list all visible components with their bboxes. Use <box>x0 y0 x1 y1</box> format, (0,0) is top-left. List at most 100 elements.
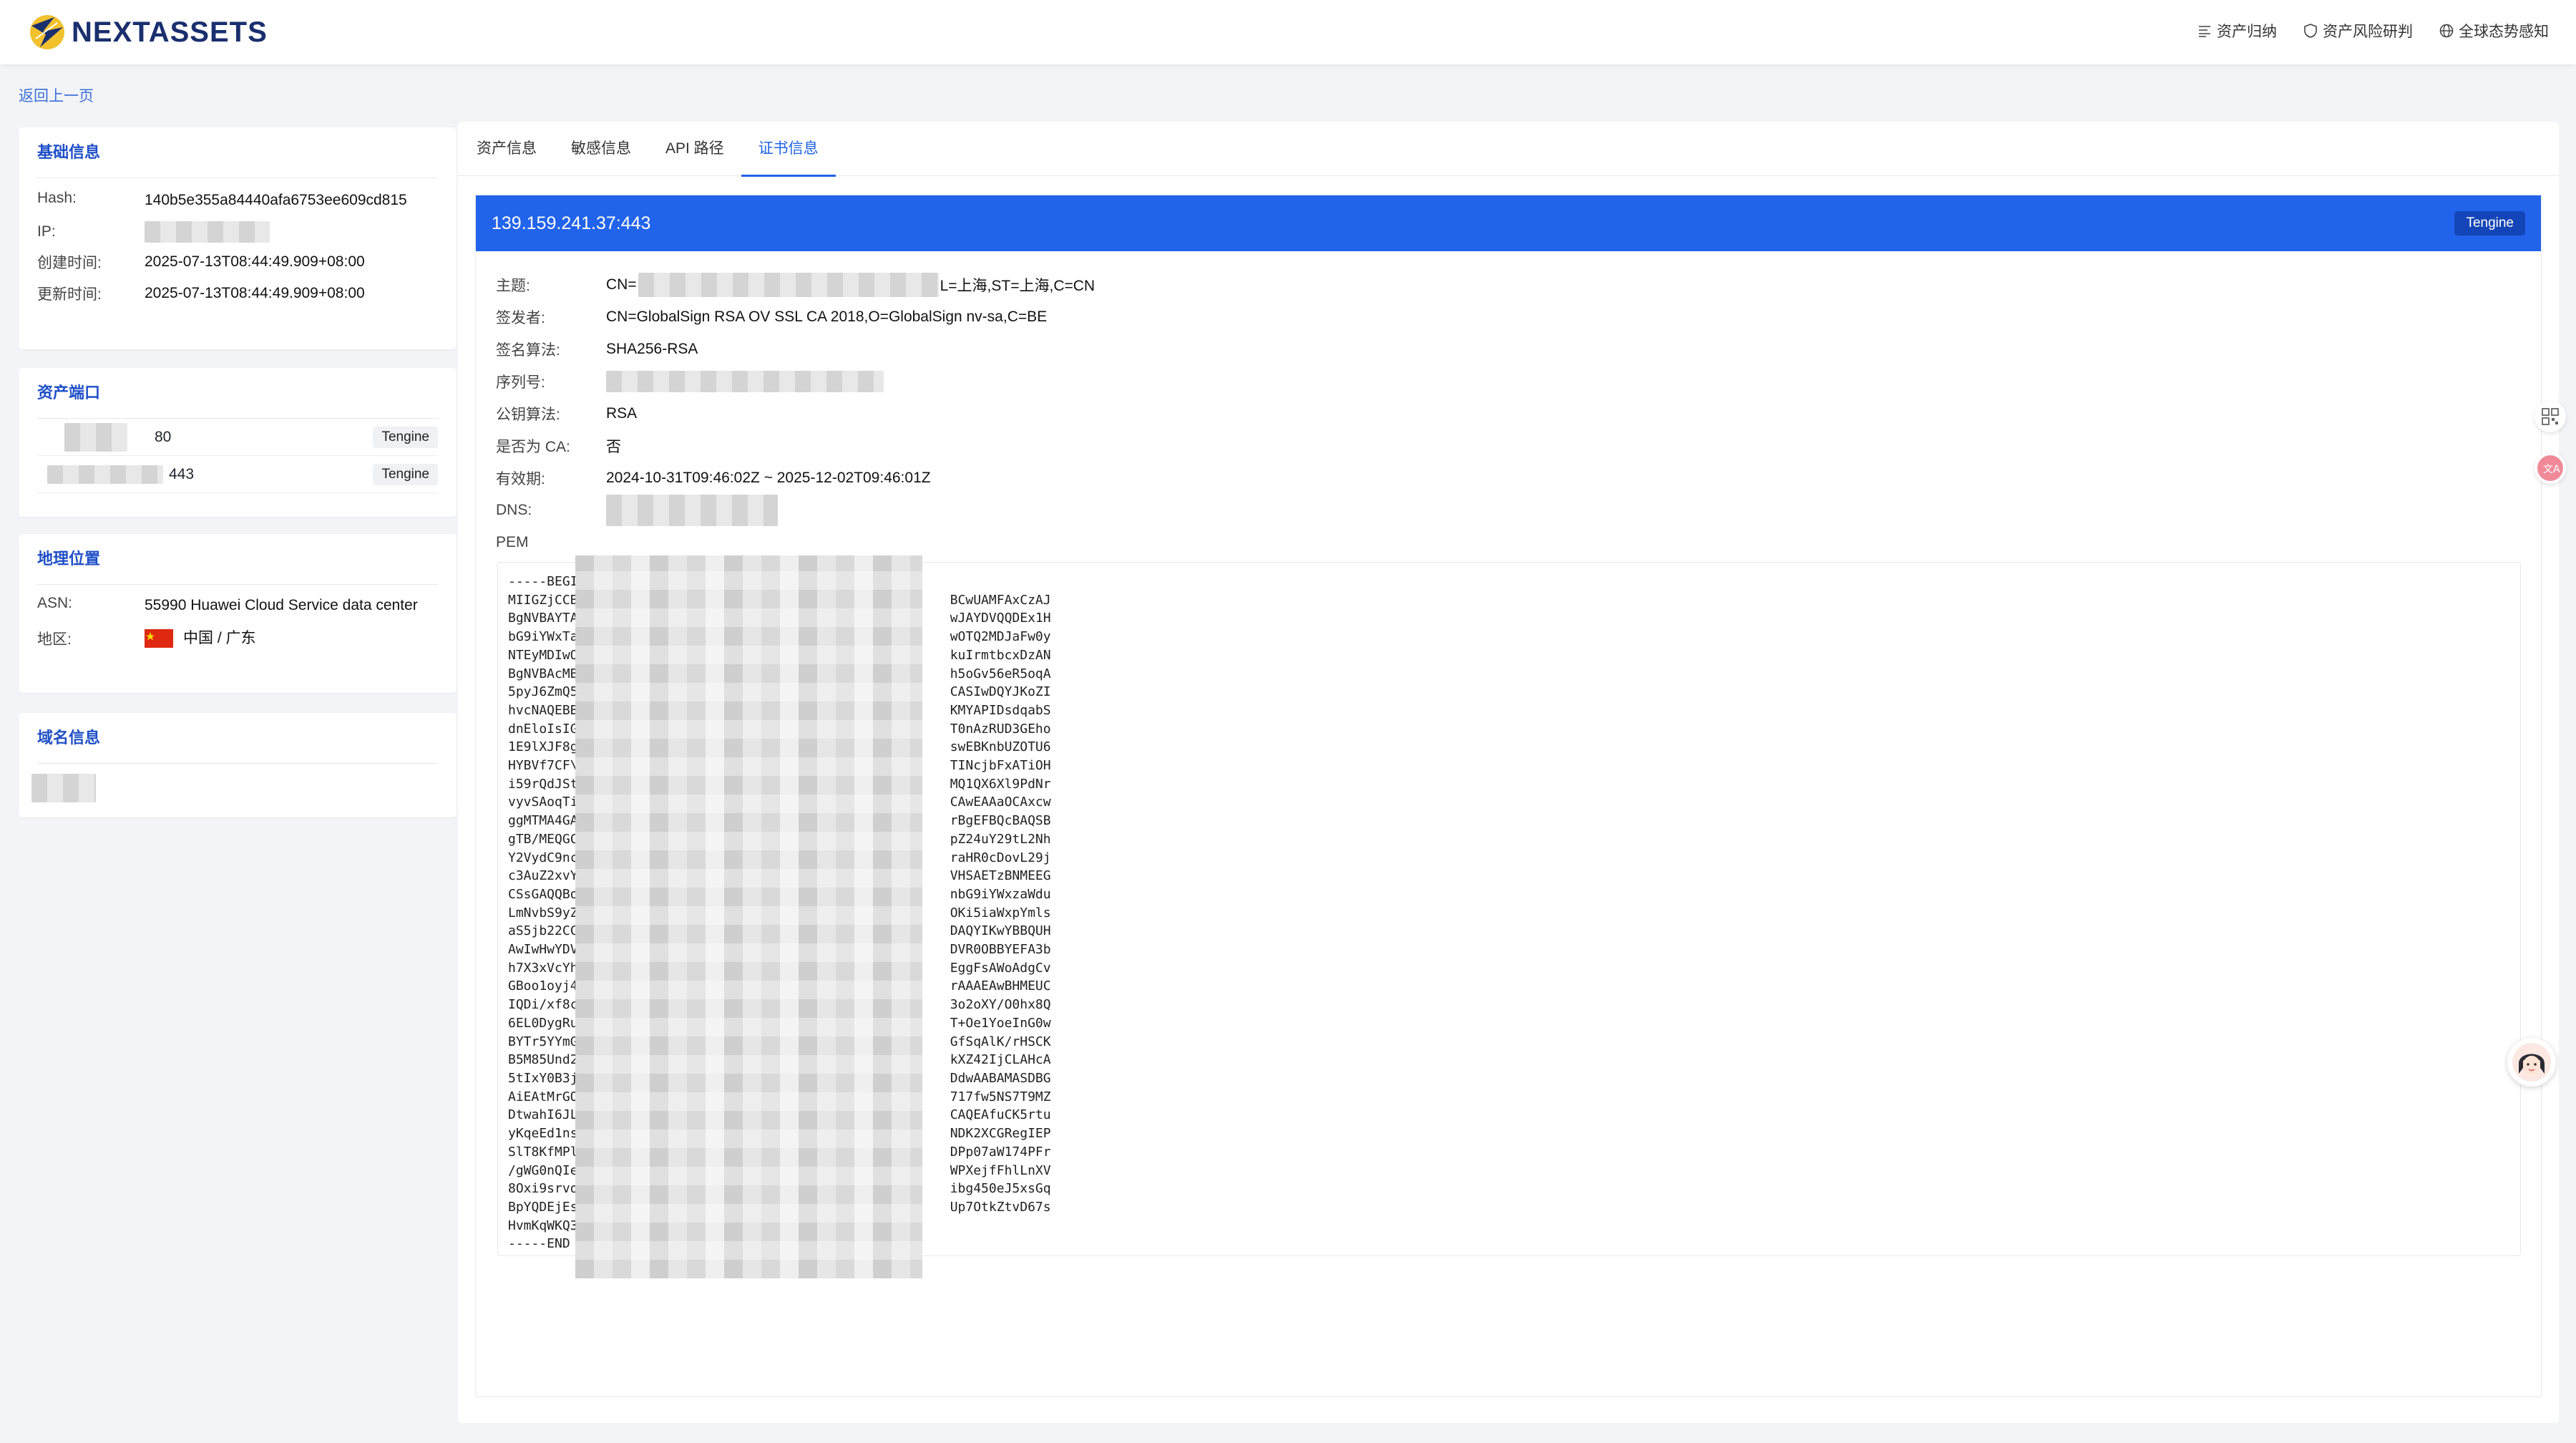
asn-row: ASN: 55990 Huawei Cloud Service data cen… <box>19 595 457 616</box>
nav-label: 资产归纳 <box>2217 24 2277 40</box>
hash-row: Hash: 140b5e355a84440afa6753ee609cd815 <box>19 190 457 211</box>
server-badge: Tengine <box>373 463 438 485</box>
signature-label: 签名算法: <box>496 341 560 359</box>
pubkey-value: RSA <box>606 404 638 422</box>
pem-label: PEM <box>496 533 529 550</box>
pem-row: PEM <box>496 526 2541 558</box>
updated-row: 更新时间: 2025-07-13T08:44:49.909+08:00 <box>19 283 457 304</box>
assistant-avatar-button[interactable] <box>2507 1038 2556 1087</box>
pubkey-label: 公钥算法: <box>496 406 560 423</box>
server-badge: Tengine <box>373 426 438 448</box>
china-flag-icon <box>145 629 173 648</box>
dns-label: DNS: <box>496 501 532 518</box>
signature-row: 签名算法: SHA256-RSA <box>496 333 2541 365</box>
port-host-redacted <box>47 465 163 484</box>
divider <box>37 584 438 585</box>
port-row[interactable]: 443 Tengine <box>37 456 438 493</box>
nav-label: 全球态势感知 <box>2459 24 2549 40</box>
created-value: 2025-07-13T08:44:49.909+08:00 <box>145 253 365 271</box>
tab-asset-info[interactable]: 资产信息 <box>477 122 554 176</box>
ip-row: IP: <box>19 221 457 243</box>
signature-value: SHA256-RSA <box>606 340 698 357</box>
asn-label: ASN: <box>37 595 73 611</box>
geo-title: 地理位置 <box>37 550 101 568</box>
dns-redacted <box>606 494 778 526</box>
qr-code-icon <box>2542 408 2559 425</box>
port-number: 443 <box>169 465 195 482</box>
hash-value: 140b5e355a84440afa6753ee609cd815 <box>145 192 407 208</box>
detail-panel: 资产信息 敏感信息 API 路径 证书信息 139.159.241.37:443… <box>458 122 2559 1423</box>
domain-value-redacted <box>31 774 96 802</box>
logo-mark-icon <box>30 15 64 49</box>
basic-info-card: 基础信息 Hash: 140b5e355a84440afa6753ee609cd… <box>19 127 457 349</box>
created-label: 创建时间: <box>37 255 102 272</box>
port-number: 80 <box>155 428 172 445</box>
tab-api-paths[interactable]: API 路径 <box>648 122 741 176</box>
back-link[interactable]: 返回上一页 <box>19 84 94 106</box>
brand-name: NEXTASSETS <box>72 16 268 48</box>
svg-text:文A: 文A <box>2543 464 2560 475</box>
domain-card: 域名信息 <box>19 713 457 817</box>
validity-value: 2024-10-31T09:46:02Z ~ 2025-12-02T09:46:… <box>606 469 931 486</box>
region-row: 地区: 中国 / 广东 <box>19 628 457 649</box>
nav-item-asset-summary[interactable]: 资产归纳 <box>2197 20 2277 42</box>
globe-icon <box>2439 24 2454 38</box>
updated-label: 更新时间: <box>37 286 102 303</box>
serial-redacted <box>606 370 884 392</box>
list-icon <box>2199 26 2210 37</box>
created-row: 创建时间: 2025-07-13T08:44:49.909+08:00 <box>19 251 457 273</box>
basic-info-title: 基础信息 <box>37 143 101 161</box>
brand-logo[interactable]: NEXTASSETS <box>26 10 268 54</box>
pem-redaction-mask <box>575 555 922 1278</box>
region-label: 地区: <box>37 631 72 648</box>
top-nav: 资产归纳 资产风险研判 全球态势感知 <box>2197 20 2549 42</box>
geo-card: 地理位置 ASN: 55990 Huawei Cloud Service dat… <box>19 534 457 693</box>
serial-row: 序列号: <box>496 365 2541 397</box>
subject-suffix: L=上海,ST=上海,C=CN <box>940 277 1096 294</box>
region-value: 中国 / 广东 <box>183 630 256 646</box>
nav-item-risk-analysis[interactable]: 资产风险研判 <box>2303 20 2413 42</box>
tab-sensitive-info[interactable]: 敏感信息 <box>554 122 648 176</box>
subject-label: 主题: <box>496 277 530 294</box>
pubkey-row: 公钥算法: RSA <box>496 397 2541 429</box>
subject-redacted <box>638 272 939 297</box>
assistant-avatar-icon <box>2512 1043 2551 1082</box>
port-host-redacted <box>64 422 127 452</box>
server-badge: Tengine <box>2454 211 2525 235</box>
hash-label: Hash: <box>37 190 77 206</box>
certificate-host: 139.159.241.37:443 <box>492 213 651 233</box>
serial-label: 序列号: <box>496 374 545 391</box>
translate-button[interactable]: 文A <box>2534 452 2566 484</box>
domain-list <box>19 764 457 802</box>
is-ca-row: 是否为 CA: 否 <box>496 429 2541 462</box>
nav-label: 资产风险研判 <box>2323 24 2413 40</box>
issuer-value: CN=GlobalSign RSA OV SSL CA 2018,O=Globa… <box>606 308 1048 325</box>
port-row[interactable]: 80 Tengine <box>37 419 438 456</box>
top-header: NEXTASSETS 资产归纳 资产风险研判 全球态势感知 <box>0 0 2576 64</box>
certificate-card: 139.159.241.37:443 Tengine 主题: CN= L=上海,… <box>475 195 2542 1397</box>
ports-title: 资产端口 <box>37 384 101 402</box>
dns-row: DNS: <box>496 494 2541 526</box>
subject-row: 主题: CN= L=上海,ST=上海,C=CN <box>496 268 2541 301</box>
translate-icon: 文A <box>2537 455 2563 481</box>
nav-item-global-awareness[interactable]: 全球态势感知 <box>2439 20 2549 42</box>
domain-title: 域名信息 <box>37 729 101 747</box>
updated-value: 2025-07-13T08:44:49.909+08:00 <box>145 285 365 302</box>
ip-label: IP: <box>37 223 56 240</box>
tab-cert-info[interactable]: 证书信息 <box>741 122 836 177</box>
qr-code-button[interactable] <box>2534 401 2566 432</box>
asn-value: 55990 Huawei Cloud Service data center <box>145 597 418 613</box>
issuer-row: 签发者: CN=GlobalSign RSA OV SSL CA 2018,O=… <box>496 301 2541 333</box>
is-ca-value: 否 <box>606 438 621 455</box>
certificate-fields: 主题: CN= L=上海,ST=上海,C=CN 签发者: CN=GlobalSi… <box>476 251 2541 558</box>
is-ca-label: 是否为 CA: <box>496 438 570 455</box>
validity-row: 有效期: 2024-10-31T09:46:02Z ~ 2025-12-02T0… <box>496 462 2541 494</box>
subject-prefix: CN= <box>606 276 637 293</box>
ip-value-redacted <box>145 221 270 243</box>
certificate-header: 139.159.241.37:443 Tengine <box>476 195 2541 251</box>
validity-label: 有效期: <box>496 470 545 487</box>
issuer-label: 签发者: <box>496 309 545 326</box>
tab-bar: 资产信息 敏感信息 API 路径 证书信息 <box>458 122 2559 177</box>
pem-box[interactable]: -----BEGI MIIGZjCCB BCwUAMFAxCzAJ BgNVBA… <box>497 555 2521 1278</box>
ports-card: 资产端口 80 Tengine 443 Tengine <box>19 368 457 517</box>
